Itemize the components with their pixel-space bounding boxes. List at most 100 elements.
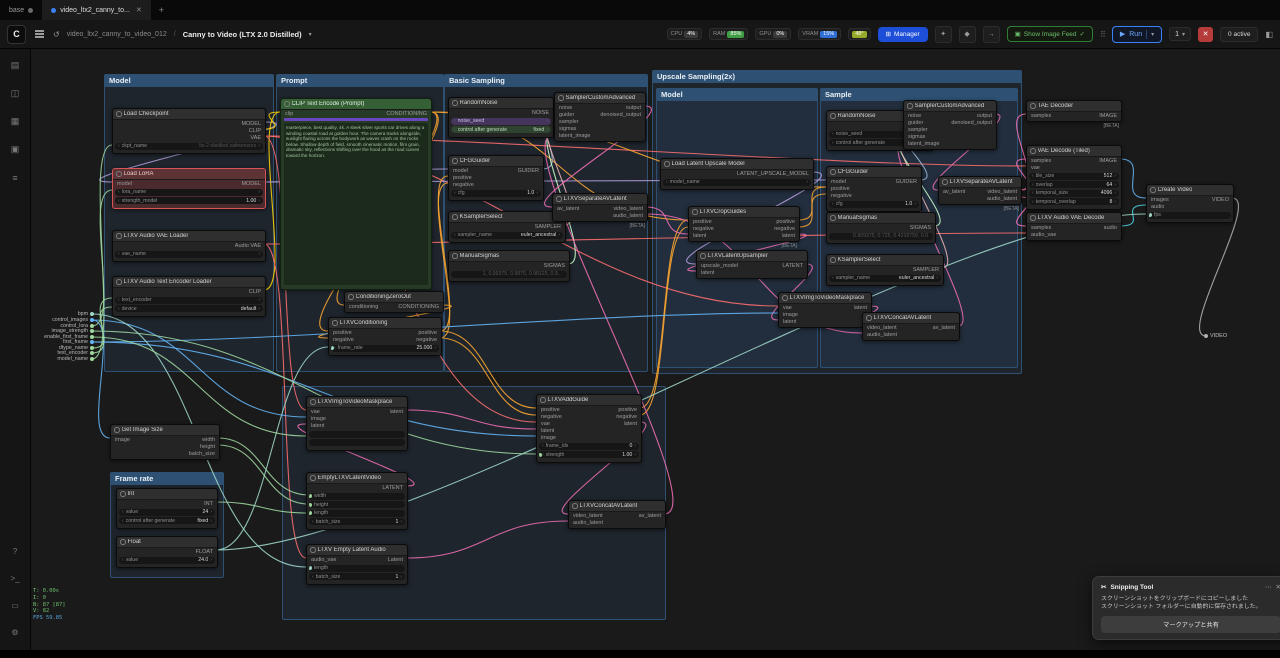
collapse-dot-icon[interactable] — [452, 214, 458, 220]
combo-right-icon[interactable]: › — [258, 297, 260, 303]
node-ltxv-audio-vae-decode[interactable]: LTXV Audio VAE Decodesamplesaudioaudio_v… — [1026, 212, 1122, 241]
combo-right-icon[interactable]: › — [546, 118, 548, 124]
node-ltxv-conditioning[interactable]: LTXVConditioningpositivepositivenegative… — [328, 317, 442, 356]
combo-right-icon[interactable]: › — [210, 509, 212, 515]
combo-left-icon[interactable]: ‹ — [312, 519, 314, 525]
collapse-dot-icon[interactable] — [116, 279, 122, 285]
collapse-dot-icon[interactable] — [452, 158, 458, 164]
node-load-lora[interactable]: Load LoRAmodelMODEL‹lora_name›‹strength_… — [112, 168, 266, 209]
node-load-checkpoint[interactable]: Load CheckpointMODELCLIPVAE‹ckpt_nameltx… — [112, 108, 266, 154]
combo-right-icon[interactable]: › — [806, 179, 808, 185]
node-title-bar[interactable]: VAE Decode (Tiled) — [1027, 146, 1121, 157]
node-title-bar[interactable]: KSamplerSelect — [449, 212, 565, 223]
node-empty-ltxv-latent-video[interactable]: EmptyLTXVLatentVideoLATENTwidthheightlen… — [306, 472, 408, 530]
node-title-bar[interactable]: KSamplerSelect — [827, 255, 943, 266]
node-title-bar[interactable]: LTXV Audio Text Encoder Loader — [113, 277, 265, 288]
widget-temporal_size[interactable]: ‹temporal_size4096› — [1029, 190, 1119, 197]
collapse-dot-icon[interactable] — [116, 171, 122, 177]
widget-value[interactable] — [309, 439, 405, 446]
widget-input-dot[interactable] — [309, 566, 312, 570]
collapse-dot-icon[interactable] — [348, 294, 354, 300]
stepper-caret-icon[interactable]: ▾ — [1182, 31, 1185, 38]
collapse-dot-icon[interactable] — [114, 427, 120, 433]
node-random-noise-1[interactable]: RandomNoiseNOISE‹noise_seed›‹control aft… — [448, 97, 554, 138]
model-library-icon[interactable]: ▣ — [8, 142, 23, 157]
io-slot-dot[interactable] — [90, 340, 94, 344]
combo-right-icon[interactable]: › — [210, 518, 212, 524]
widget-text_encoder[interactable]: ‹text_encoder› — [115, 297, 263, 304]
widget-value[interactable]: 1, 0.99375, 0.9875, 0.98125, 0.9... — [451, 271, 567, 278]
combo-right-icon[interactable]: › — [634, 443, 636, 449]
toast-close-icon[interactable]: ✕ — [1276, 583, 1280, 591]
collapse-dot-icon[interactable] — [284, 101, 290, 107]
node-ltxv-separate-av-latent-2[interactable]: LTXVSeparateAVLatentav_latentvideo_laten… — [938, 176, 1022, 205]
combo-left-icon[interactable]: ‹ — [118, 306, 120, 312]
widget-device[interactable]: ‹devicedefault› — [115, 305, 263, 312]
collapse-dot-icon[interactable] — [1030, 103, 1036, 109]
breadcrumb-workflow-id[interactable]: video_ltx2_canny_to_video_012 — [67, 31, 167, 38]
widget-input-dot[interactable] — [309, 511, 312, 515]
combo-left-icon[interactable]: ‹ — [118, 143, 120, 149]
node-title-bar[interactable]: EmptyLTXVLatentVideo — [307, 473, 407, 484]
io-slot-dot[interactable] — [90, 312, 94, 316]
combo-right-icon[interactable]: › — [536, 190, 538, 196]
canvas[interactable]: Upscale Sampling(2x)ModelSampleModelProm… — [0, 0, 1280, 658]
node-ltxv-img-to-video-maskplace-1[interactable]: LTXVImgToVideoMaskplacevaelatentimagelat… — [306, 396, 408, 451]
combo-right-icon[interactable]: › — [258, 251, 260, 257]
undo-icon[interactable]: ↺ — [53, 30, 60, 39]
batch-count-input[interactable]: 1 ▾ — [1169, 27, 1191, 41]
node-ltxv-audio-vae-loader[interactable]: LTXV Audio VAE LoaderAudio VAE‹vae_name› — [112, 230, 266, 262]
widget-input-dot[interactable] — [539, 453, 542, 457]
node-ltxv-concat-av-latent-2[interactable]: LTXVConcatAVLatentvideo_latentav_latenta… — [862, 312, 960, 341]
output-video[interactable]: VIDEO — [1204, 333, 1227, 339]
widget-value[interactable]: 0.909375, 0.725, 0.4218750, 0.0 — [829, 233, 933, 240]
node-title-bar[interactable]: CLIP Text Encode (Prompt) — [281, 99, 431, 110]
combo-left-icon[interactable]: ‹ — [118, 198, 120, 204]
node-title-bar[interactable]: LTXVConcatAVLatent — [569, 501, 665, 512]
widget-strength[interactable]: ‹strength1.00› — [539, 451, 639, 458]
node-vae-decode-tiled[interactable]: VAE Decode (Tiled)samplesIMAGEvae‹tile_s… — [1026, 145, 1122, 210]
node-title-bar[interactable]: LTXVAddGuide — [537, 395, 641, 406]
node-title-bar[interactable]: SamplerCustomAdvanced — [555, 93, 645, 104]
combo-left-icon[interactable]: ‹ — [334, 345, 336, 351]
node-title-bar[interactable]: CFGGuider — [827, 167, 921, 178]
node-title-bar[interactable]: LTXV Empty Latent Audio — [307, 545, 407, 556]
combo-right-icon[interactable]: › — [634, 452, 636, 458]
floating-slot-dot[interactable] — [1204, 334, 1208, 338]
collapse-dot-icon[interactable] — [452, 253, 458, 259]
node-manual-sigmas-2[interactable]: ManualSigmasSIGMAS0.909375, 0.725, 0.421… — [826, 212, 936, 244]
node-title-bar[interactable]: Load LoRA — [113, 169, 265, 180]
new-tab-button[interactable]: + — [151, 0, 172, 20]
graph-input-model_name[interactable]: model_name — [30, 356, 94, 362]
node-title-bar[interactable]: Get Image Size — [111, 425, 219, 436]
queue-icon[interactable]: ≡ — [8, 170, 23, 185]
node-title-bar[interactable]: LTXVLatentUpsampler — [697, 251, 807, 262]
widget-input-dot[interactable] — [1149, 213, 1152, 217]
settings-icon[interactable]: ⚙ — [8, 625, 23, 640]
widget-value[interactable]: ‹value24› — [119, 509, 215, 516]
collapse-dot-icon[interactable] — [310, 547, 316, 553]
widget-frame_rate[interactable]: ‹frame_rate25.000› — [331, 345, 439, 352]
tab-base[interactable]: base — [0, 0, 42, 20]
collapse-dot-icon[interactable] — [120, 491, 126, 497]
combo-right-icon[interactable]: › — [400, 519, 402, 525]
menu-icon[interactable] — [35, 33, 44, 34]
collapse-dot-icon[interactable] — [558, 95, 564, 101]
node-title-bar[interactable]: LTXVSeparateAVLatent — [939, 177, 1021, 188]
node-float[interactable]: FloatFLOAT‹value24.0› — [116, 536, 218, 568]
combo-left-icon[interactable]: ‹ — [122, 518, 124, 524]
widget-temporal_overlap[interactable]: ‹temporal_overlap8› — [1029, 198, 1119, 205]
node-title-bar[interactable]: Float — [117, 537, 217, 548]
combo-left-icon[interactable]: ‹ — [832, 201, 834, 207]
node-title-bar[interactable]: Int — [117, 489, 217, 500]
collapse-dot-icon[interactable] — [572, 503, 578, 509]
combo-left-icon[interactable]: ‹ — [542, 443, 544, 449]
io-slot-dot[interactable] — [90, 351, 94, 355]
collapse-dot-icon[interactable] — [692, 209, 698, 215]
widget-batch_size[interactable]: ‹batch_size1› — [309, 573, 405, 580]
workflow-caret-icon[interactable]: ▾ — [309, 31, 312, 38]
collapse-dot-icon[interactable] — [782, 295, 788, 301]
collapse-dot-icon[interactable] — [866, 315, 872, 321]
combo-left-icon[interactable]: ‹ — [1032, 190, 1034, 196]
combo-left-icon[interactable]: ‹ — [832, 140, 834, 146]
